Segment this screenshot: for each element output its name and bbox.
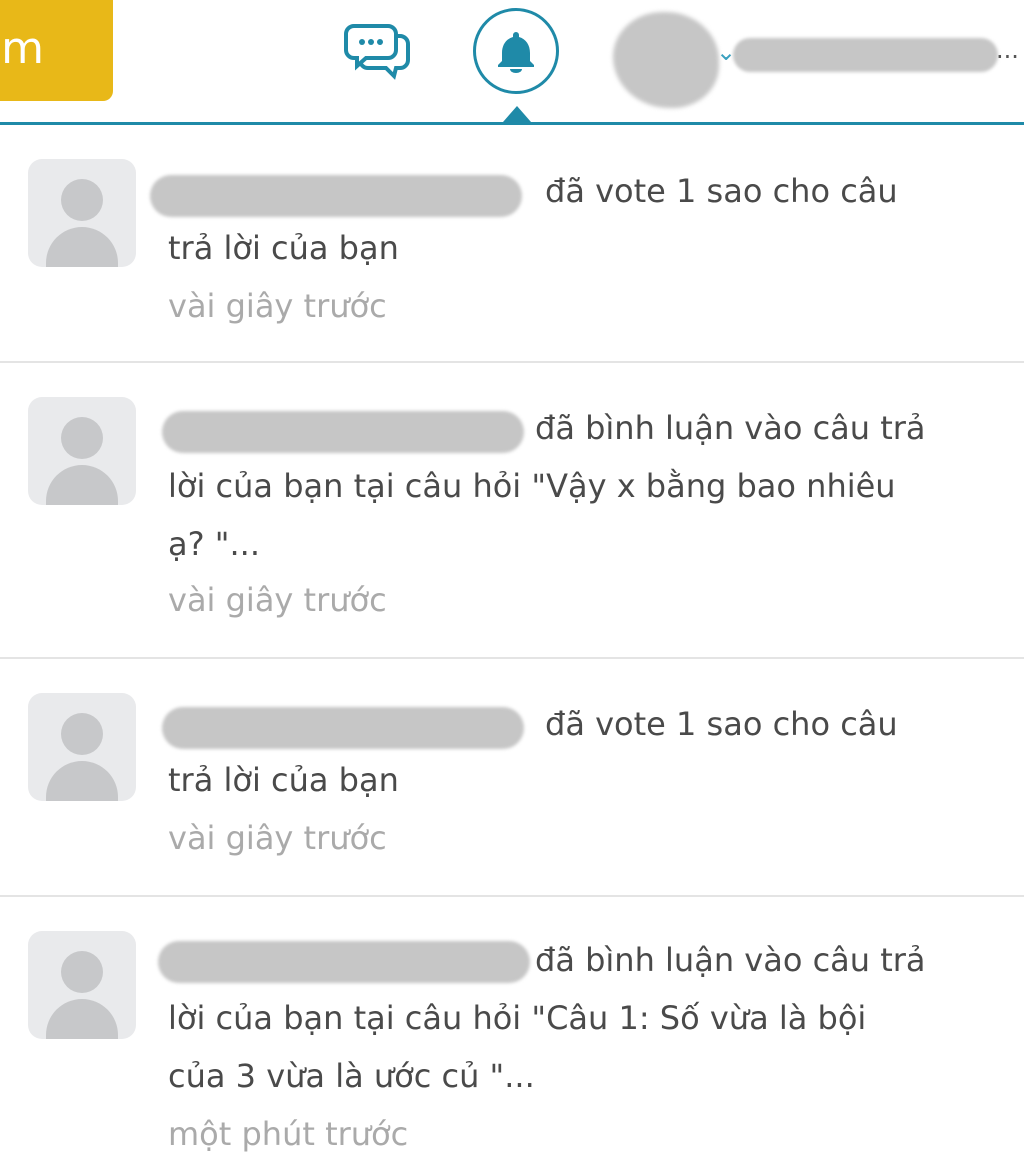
chat-bubbles-icon[interactable] xyxy=(344,22,412,82)
notification-item[interactable]: đã bình luận vào câu trả lời của bạn tại… xyxy=(0,363,1024,659)
bell-icon xyxy=(498,32,534,73)
notifications-button[interactable] xyxy=(473,8,559,94)
notification-time: một phút trước xyxy=(168,1115,409,1153)
notification-item[interactable]: đã vote 1 sao cho câu trả lời của bạn và… xyxy=(0,125,1024,363)
notification-text: đã bình luận vào câu trả xyxy=(535,409,926,447)
notification-text: lời của bạn tại câu hỏi "Vậy x bằng bao … xyxy=(168,467,896,505)
sender-name-redacted[interactable] xyxy=(150,175,522,217)
sender-name-redacted[interactable] xyxy=(158,941,530,983)
notification-time: vài giây trước xyxy=(168,819,387,857)
header-button[interactable]: m xyxy=(0,0,113,101)
notification-item[interactable]: đã vote 1 sao cho câu trả lời của bạn và… xyxy=(0,659,1024,897)
sender-name-redacted[interactable] xyxy=(162,707,524,749)
notification-text: ạ? "... xyxy=(168,525,260,563)
avatar xyxy=(28,397,136,505)
notification-text: lời của bạn tại câu hỏi "Câu 1: Số vừa l… xyxy=(168,999,867,1037)
user-name-redacted[interactable] xyxy=(733,38,998,72)
notification-text: trả lời của bạn xyxy=(168,761,399,799)
sender-name-redacted[interactable] xyxy=(162,411,524,453)
notification-text: đã vote 1 sao cho câu xyxy=(545,172,898,210)
notification-text: đã vote 1 sao cho câu xyxy=(545,705,898,743)
notification-text: của 3 vừa là ước củ "... xyxy=(168,1057,535,1095)
dropdown-caret xyxy=(503,106,531,122)
user-menu-ellipsis: ... xyxy=(996,36,1019,64)
avatar xyxy=(28,159,136,267)
user-avatar[interactable] xyxy=(613,12,719,108)
avatar xyxy=(28,931,136,1039)
notification-time: vài giây trước xyxy=(168,287,387,325)
notification-item[interactable]: đã bình luận vào câu trả lời của bạn tại… xyxy=(0,897,1024,1157)
notification-time: vài giây trước xyxy=(168,581,387,619)
top-bar: m ⌄ ... xyxy=(0,0,1024,122)
avatar xyxy=(28,693,136,801)
notification-text: trả lời của bạn xyxy=(168,229,399,267)
notification-text: đã bình luận vào câu trả xyxy=(535,941,926,979)
notifications-panel: đã vote 1 sao cho câu trả lời của bạn và… xyxy=(0,122,1024,1153)
